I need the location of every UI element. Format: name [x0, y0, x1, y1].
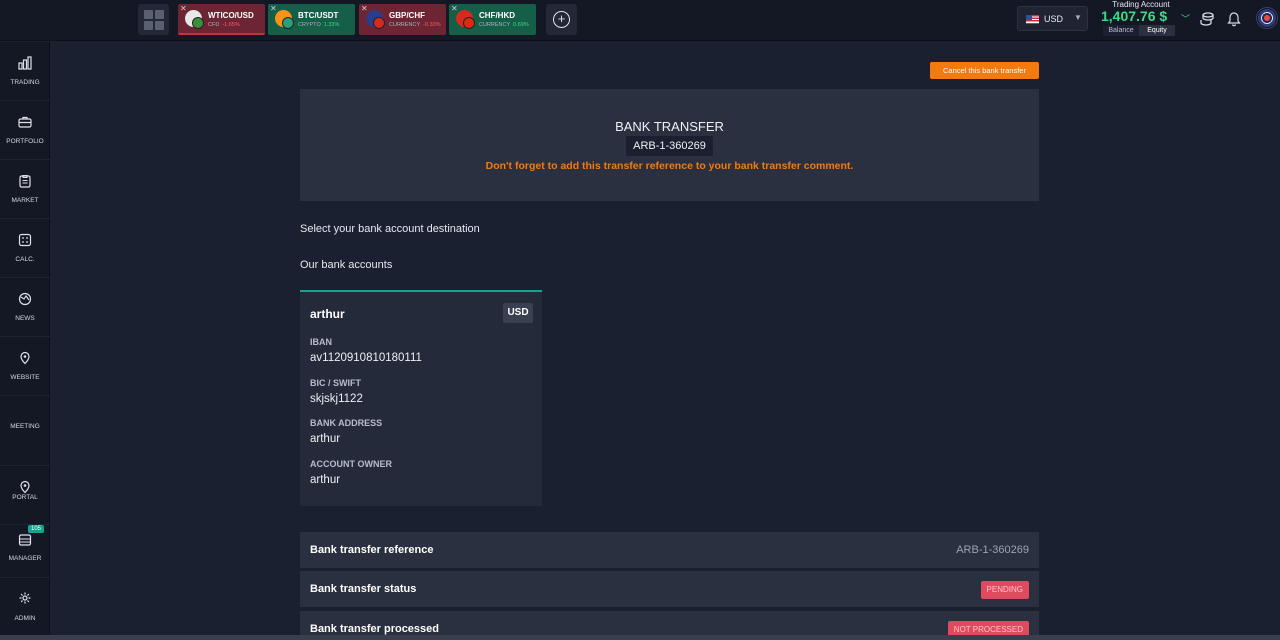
hkd-flag-icon: [463, 17, 475, 29]
gear-icon: [19, 592, 31, 604]
account-value: 1,407.76 $: [1101, 8, 1168, 24]
field-value-account-owner: arthur: [310, 474, 341, 486]
field-value-bic: skjskj1122: [310, 393, 363, 405]
field-value-bank-address: arthur: [310, 433, 341, 445]
page-title: BANK TRANSFER: [615, 119, 724, 134]
tab-subtitle: CURRENCY 0.69%: [479, 22, 529, 28]
tab-symbol: CHF/HKD: [479, 11, 515, 20]
currency-badge: USD: [503, 303, 533, 323]
add-instrument-button[interactable]: +: [546, 4, 577, 35]
sidebar-item-news[interactable]: NEWS: [0, 278, 50, 337]
field-label-bank-address: BANK ADDRESS: [310, 418, 383, 428]
layout-grid-button[interactable]: [138, 4, 169, 35]
briefcase-icon: [18, 116, 32, 128]
chevron-down-icon: ▼: [1074, 13, 1082, 22]
instrument-tab-btc-usdt[interactable]: ✕ BTC/USDT CRYPTO 1.33%: [268, 4, 355, 35]
sidebar-item-trading[interactable]: TRADING: [0, 42, 50, 101]
globe-icon: [18, 292, 32, 306]
currency-select-value: USD: [1044, 14, 1064, 24]
table-row: Bank transfer status PENDING: [300, 571, 1039, 609]
sidebar-item-market[interactable]: MARKET: [0, 160, 50, 219]
tab-symbol: BTC/USDT: [298, 11, 339, 20]
row-label: Bank transfer processed: [310, 623, 439, 635]
row-value: ARB-1-360269: [956, 544, 1029, 556]
instrument-tab-chf-hkd[interactable]: ✕ CHF/HKD CURRENCY 0.69%: [449, 4, 536, 35]
sidebar-item-label: ADMIN: [14, 615, 36, 622]
select-destination-label: Select your bank account destination: [300, 223, 480, 235]
balance-equity-toggle: Balance Equity: [1103, 25, 1175, 36]
sidebar-item-manager[interactable]: 105 MANAGER: [0, 518, 50, 578]
field-label-account-owner: ACCOUNT OWNER: [310, 459, 392, 469]
field-label-bic: BIC / SWIFT: [310, 378, 361, 388]
notification-badge: 105: [28, 525, 45, 533]
sidebar-item-label: CALC.: [15, 256, 35, 263]
our-bank-accounts-label: Our bank accounts: [300, 259, 393, 271]
sidebar: TRADING PORTFOLIO MARKET CALC. NEWS WEBS…: [0, 42, 50, 640]
sidebar-item-label: TRADING: [10, 79, 40, 86]
sidebar-item-label: MANAGER: [8, 555, 42, 562]
transfer-info-table: Bank transfer reference ARB-1-360269 Ban…: [300, 532, 1039, 640]
plus-icon: +: [553, 11, 570, 28]
currency-select[interactable]: USD ▼: [1017, 6, 1088, 31]
tab-symbol: WTICO/USD: [208, 11, 254, 20]
instrument-tab-gbp-chf[interactable]: ✕ GBP/CHF CURRENCY -0.33%: [359, 4, 446, 35]
calculator-icon: [18, 233, 32, 247]
stack-icon: [18, 534, 32, 546]
sidebar-item-admin[interactable]: ADMIN: [0, 578, 50, 640]
top-bar: ✕ WTICO/USD CFD -1.65% ✕ BTC/USDT CRYPTO 1…: [0, 0, 1280, 41]
transfer-header-panel: BANK TRANSFER ARB-1-360269 Don't forget …: [300, 89, 1039, 201]
tab-subtitle: CFD -1.65%: [208, 22, 240, 28]
sidebar-item-label: NEWS: [15, 315, 35, 322]
chevron-down-icon[interactable]: ﹀: [1181, 12, 1190, 25]
sidebar-item-meeting[interactable]: MEETING: [0, 396, 50, 466]
row-label: Bank transfer status: [310, 583, 417, 595]
usd-flag-icon: [192, 17, 204, 29]
table-row: Bank transfer reference ARB-1-360269: [300, 532, 1039, 570]
location-pin-icon: [20, 480, 30, 494]
coins-icon[interactable]: [1199, 11, 1215, 27]
clipboard-icon: [19, 174, 31, 188]
row-label: Bank transfer reference: [310, 544, 434, 556]
transfer-reference-chip: ARB-1-360269: [626, 136, 713, 156]
chf-flag-icon: [373, 17, 385, 29]
tab-symbol: GBP/CHF: [389, 11, 425, 20]
instrument-tab-wtico-usd[interactable]: ✕ WTICO/USD CFD -1.65%: [178, 4, 265, 35]
sidebar-item-label: WEBSITE: [10, 374, 40, 381]
bottom-scrollbar[interactable]: [0, 635, 1280, 640]
sidebar-item-portal[interactable]: PORTAL: [0, 466, 50, 525]
us-flag-icon: [1026, 15, 1039, 24]
bank-account-name: arthur: [310, 307, 345, 321]
bank-account-card[interactable]: arthur USD IBAN av1120910810180111 BIC /…: [300, 290, 542, 506]
cancel-transfer-button[interactable]: Cancel this bank transfer: [930, 62, 1039, 79]
sidebar-item-label: PORTFOLIO: [6, 138, 44, 145]
sidebar-item-label: MEETING: [10, 423, 40, 430]
sidebar-item-portfolio[interactable]: PORTFOLIO: [0, 101, 50, 160]
field-label-iban: IBAN: [310, 337, 332, 347]
status-badge: PENDING: [980, 581, 1029, 599]
equity-toggle[interactable]: Equity: [1139, 25, 1175, 36]
tether-icon: [282, 17, 294, 29]
location-pin-icon: [20, 351, 30, 365]
field-value-iban: av1120910810180111: [310, 352, 422, 364]
tab-subtitle: CRYPTO 1.33%: [298, 22, 340, 28]
chart-bars-icon: [18, 56, 32, 70]
bell-icon[interactable]: [1226, 11, 1242, 27]
balance-toggle[interactable]: Balance: [1103, 25, 1139, 36]
sidebar-item-website[interactable]: WEBSITE: [0, 337, 50, 396]
avatar[interactable]: [1256, 7, 1278, 29]
sidebar-item-label: MARKET: [11, 197, 39, 204]
sidebar-item-label: PORTAL: [12, 494, 38, 501]
tab-subtitle: CURRENCY -0.33%: [389, 22, 441, 28]
sidebar-item-calc[interactable]: CALC.: [0, 219, 50, 278]
transfer-warning-text: Don't forget to add this transfer refere…: [485, 160, 854, 172]
